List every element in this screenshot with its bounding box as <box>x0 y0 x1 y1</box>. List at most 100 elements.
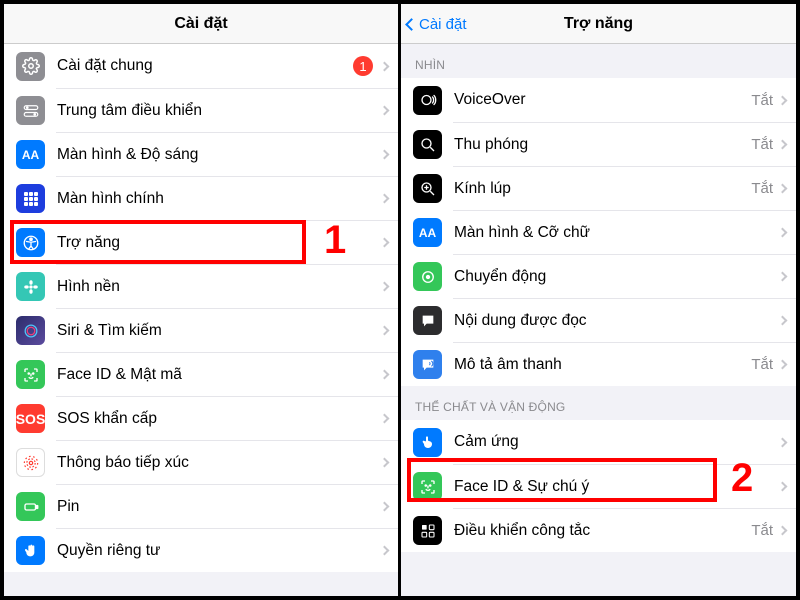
row-value: Tắt <box>751 92 773 109</box>
sos-icon: SOS <box>16 404 45 433</box>
row-label: Điều khiển công tắc <box>454 522 751 540</box>
speech-bubble-icon <box>413 306 442 335</box>
row-faceid[interactable]: Face ID & Mật mã <box>56 352 398 396</box>
row-spoken[interactable]: Nội dung được đọc <box>453 298 796 342</box>
chevron-right-icon <box>778 526 788 536</box>
row-label: Face ID & Mật mã <box>57 366 381 384</box>
row-motion[interactable]: Chuyển động <box>453 254 796 298</box>
back-label: Cài đặt <box>419 16 467 33</box>
touch-icon <box>413 428 442 457</box>
row-label: Kính lúp <box>454 180 751 198</box>
chevron-right-icon <box>380 326 390 336</box>
accessibility-icon <box>16 228 45 257</box>
row-switch-control[interactable]: Điều khiển công tắc Tắt <box>453 508 796 552</box>
navbar-settings: Cài đặt <box>4 4 398 44</box>
page-title: Trợ năng <box>564 15 633 33</box>
row-battery[interactable]: Pin <box>56 484 398 528</box>
voiceover-icon <box>413 86 442 115</box>
physical-list: Cảm ứng Face ID & Sự chú ý Điều khiển cô… <box>401 420 796 552</box>
row-label: Cảm ứng <box>454 433 779 451</box>
settings-list: Cài đặt chung 1 Trung tâm điều khiển AA … <box>4 44 398 572</box>
row-value: Tắt <box>751 136 773 153</box>
row-privacy[interactable]: Quyền riêng tư <box>56 528 398 572</box>
row-value: Tắt <box>751 522 773 539</box>
row-label: Màn hình & Cỡ chữ <box>454 224 779 242</box>
chevron-right-icon <box>778 482 788 492</box>
flower-icon <box>16 272 45 301</box>
section-vision: NHÌN <box>401 44 796 78</box>
chevron-right-icon <box>778 184 788 194</box>
chevron-right-icon <box>380 282 390 292</box>
chevron-right-icon <box>380 106 390 116</box>
faceid-icon <box>413 472 442 501</box>
row-accessibility[interactable]: Trợ năng <box>56 220 398 264</box>
tutorial-composite: Cài đặt Cài đặt chung 1 Trung tâm điều k… <box>0 0 800 600</box>
page-title: Cài đặt <box>174 15 227 33</box>
row-label: Mô tả âm thanh <box>454 356 751 374</box>
row-label: Nội dung được đọc <box>454 312 779 330</box>
row-label: Trợ năng <box>57 234 381 252</box>
row-label: Cài đặt chung <box>57 57 353 75</box>
chevron-left-icon <box>405 18 418 31</box>
row-value: Tắt <box>751 180 773 197</box>
row-audiodesc[interactable]: Mô tả âm thanh Tắt <box>453 342 796 386</box>
chevron-right-icon <box>380 502 390 512</box>
row-exposure[interactable]: Thông báo tiếp xúc <box>56 440 398 484</box>
row-value: Tắt <box>751 356 773 373</box>
home-grid-icon <box>16 184 45 213</box>
chevron-right-icon <box>380 370 390 380</box>
row-voiceover[interactable]: VoiceOver Tắt <box>401 78 796 122</box>
battery-icon <box>16 492 45 521</box>
row-label: Thu phóng <box>454 136 751 154</box>
chevron-right-icon <box>778 437 788 447</box>
vision-list: VoiceOver Tắt Thu phóng Tắt Kính lúp Tắt <box>401 78 796 386</box>
row-label: Màn hình chính <box>57 190 381 208</box>
row-touch[interactable]: Cảm ứng <box>401 420 796 464</box>
row-label: Pin <box>57 498 381 516</box>
audio-description-icon <box>413 350 442 379</box>
navbar-accessibility: Cài đặt Trợ năng <box>401 4 796 44</box>
chevron-right-icon <box>380 61 390 71</box>
chevron-right-icon <box>380 414 390 424</box>
siri-icon <box>16 316 45 345</box>
row-label: Siri & Tìm kiếm <box>57 322 381 340</box>
gear-icon <box>16 52 45 81</box>
row-sos[interactable]: SOS SOS khẩn cấp <box>56 396 398 440</box>
chevron-right-icon <box>380 546 390 556</box>
row-zoom[interactable]: Thu phóng Tắt <box>453 122 796 166</box>
faceid-icon <box>16 360 45 389</box>
section-physical: THỂ CHẤT VÀ VẬN ĐỘNG <box>401 386 796 420</box>
chevron-right-icon <box>778 228 788 238</box>
row-general[interactable]: Cài đặt chung 1 <box>4 44 398 88</box>
chevron-right-icon <box>380 238 390 248</box>
back-button[interactable]: Cài đặt <box>407 4 467 44</box>
row-face-attention[interactable]: Face ID & Sự chú ý <box>453 464 796 508</box>
row-label: Trung tâm điều khiển <box>57 102 381 120</box>
chevron-right-icon <box>380 458 390 468</box>
chevron-right-icon <box>778 272 788 282</box>
row-label: Chuyển động <box>454 268 779 286</box>
accessibility-screen: Cài đặt Trợ năng NHÌN VoiceOver Tắt Thu … <box>400 4 796 596</box>
row-home[interactable]: Màn hình chính <box>56 176 398 220</box>
notification-badge: 1 <box>353 56 373 76</box>
row-label: SOS khẩn cấp <box>57 410 381 428</box>
exposure-icon <box>16 448 45 477</box>
row-wallpaper[interactable]: Hình nền <box>56 264 398 308</box>
chevron-right-icon <box>778 360 788 370</box>
row-display[interactable]: AA Màn hình & Độ sáng <box>56 132 398 176</box>
magnifier-plus-icon <box>413 174 442 203</box>
switch-control-icon <box>413 516 442 545</box>
motion-icon <box>413 262 442 291</box>
chevron-right-icon <box>778 140 788 150</box>
row-label: VoiceOver <box>454 91 751 109</box>
chevron-right-icon <box>778 95 788 105</box>
row-siri[interactable]: Siri & Tìm kiếm <box>56 308 398 352</box>
row-magnifier[interactable]: Kính lúp Tắt <box>453 166 796 210</box>
chevron-right-icon <box>380 150 390 160</box>
row-label: Thông báo tiếp xúc <box>57 454 381 472</box>
row-label: Màn hình & Độ sáng <box>57 146 381 164</box>
row-textsize[interactable]: AA Màn hình & Cỡ chữ <box>453 210 796 254</box>
row-control-center[interactable]: Trung tâm điều khiển <box>56 88 398 132</box>
zoom-icon <box>413 130 442 159</box>
text-size-icon: AA <box>16 140 45 169</box>
